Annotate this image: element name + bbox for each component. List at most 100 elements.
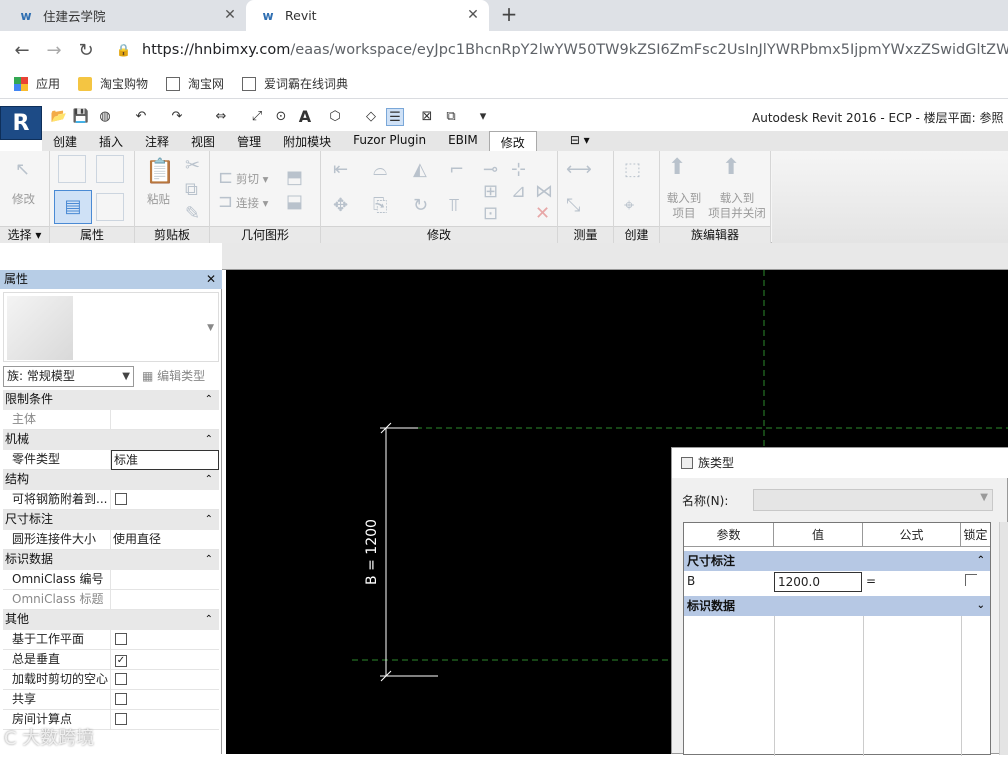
property-category[interactable]: 标识数据 ⌃ — [3, 550, 219, 570]
properties-icon[interactable] — [58, 155, 86, 183]
trim-icon[interactable]: ⌐ — [449, 159, 464, 180]
unpin2-icon[interactable]: ⋈ — [535, 181, 553, 202]
text-icon[interactable]: A — [296, 108, 314, 126]
match-properties-icon[interactable]: ✎ — [185, 203, 200, 224]
property-value[interactable] — [111, 710, 219, 730]
tab-fuzor[interactable]: Fuzor Plugin — [342, 131, 437, 151]
create-similar-icon[interactable]: ⌖ — [624, 195, 634, 216]
close-hidden-icon[interactable]: ⊠ — [418, 108, 436, 126]
bookmark-apps[interactable]: 应用 — [14, 75, 60, 92]
property-value[interactable] — [111, 590, 219, 610]
section-icon[interactable]: ◇ — [362, 108, 380, 126]
measure-icon[interactable]: ⇔ — [212, 108, 230, 126]
back-arrow-icon[interactable]: ← — [6, 34, 38, 66]
load-into-project-button[interactable]: 载入到 项目 — [664, 191, 704, 221]
load-and-close-icon[interactable]: ⬆ — [722, 155, 740, 180]
forward-arrow-icon[interactable]: → — [38, 34, 70, 66]
join-geometry-label[interactable]: 连接 ▾ — [236, 195, 268, 211]
dimension-label[interactable]: B = 1200 — [364, 519, 380, 585]
reload-icon[interactable]: ↻ — [70, 34, 102, 66]
scale-icon[interactable]: ⊡ — [483, 203, 498, 224]
tab-modify[interactable]: 修改 — [488, 131, 537, 151]
revit-app-menu-button[interactable]: R — [0, 106, 42, 140]
tab-addins[interactable]: 附加模块 — [272, 131, 342, 151]
column-value[interactable]: 值 — [774, 523, 863, 547]
aligned-dimension-icon[interactable]: ⤡ — [566, 195, 580, 216]
modify-button-label[interactable]: 修改 — [12, 191, 35, 207]
move-icon[interactable]: ✥ — [333, 195, 348, 216]
chevron-down-icon[interactable]: ▼ — [207, 323, 214, 333]
paste-icon[interactable]: 📋 — [145, 157, 175, 185]
array-icon[interactable]: ⊞ — [483, 181, 498, 202]
family-category-icon[interactable] — [96, 193, 124, 221]
paint-icon[interactable]: ⬓ — [286, 191, 303, 212]
column-parameter[interactable]: 参数 — [684, 523, 774, 547]
checkbox[interactable] — [115, 713, 127, 725]
load-and-close-button[interactable]: 载入到 项目并关闭 — [706, 191, 768, 221]
split-icon[interactable]: ⊸ — [483, 159, 498, 180]
property-value[interactable] — [111, 690, 219, 710]
pin-icon[interactable]: ⊹ — [511, 159, 526, 180]
name-dropdown[interactable]: ▼ — [753, 489, 993, 511]
tab-annotate[interactable]: 注释 — [134, 131, 180, 151]
join-icon[interactable]: ⊐ — [218, 191, 233, 212]
bookmark-taobao[interactable]: 淘宝网 — [166, 75, 224, 92]
open-icon[interactable]: 📂 — [50, 108, 68, 126]
load-into-project-icon[interactable]: ⬆ — [668, 155, 686, 180]
property-category[interactable]: 其他 ⌃ — [3, 610, 219, 630]
tab-manage[interactable]: 管理 — [226, 131, 272, 151]
customize-qat-icon[interactable]: ▾ — [474, 108, 492, 126]
family-types-icon[interactable]: ▤ — [54, 190, 92, 224]
property-category[interactable]: 机械 ⌃ — [3, 430, 219, 450]
property-value[interactable] — [111, 570, 219, 590]
property-value[interactable]: ✓ — [111, 650, 219, 670]
switch-windows-icon[interactable]: ⧉ — [442, 108, 460, 126]
measure-distance-icon[interactable]: ⟷ — [566, 159, 592, 180]
bookmark-iciba[interactable]: 爱词霸在线词典 — [242, 75, 348, 92]
column-lock[interactable]: 锁定 — [961, 523, 990, 547]
bookmark-taobao-shopping[interactable]: 淘宝购物 — [78, 75, 148, 92]
copy-element-icon[interactable]: ⎘ — [373, 195, 387, 216]
delete-icon[interactable]: ✕ — [535, 203, 550, 224]
copy-icon[interactable]: ⧉ — [185, 179, 198, 200]
property-category[interactable]: 尺寸标注 ⌃ — [3, 510, 219, 530]
tab-ebim[interactable]: EBIM — [437, 131, 489, 151]
browser-tab-zhujian[interactable]: w 住建云学院 ✕ — [0, 0, 246, 31]
category-identity-data[interactable]: 标识数据 ⌄ — [684, 596, 990, 616]
property-value[interactable] — [111, 630, 219, 650]
cut-geometry-label[interactable]: 剪切 ▾ — [236, 171, 268, 187]
close-icon[interactable]: ✕ — [206, 270, 216, 289]
category-dimensions[interactable]: 尺寸标注 ⌃ — [684, 551, 990, 571]
tag-icon[interactable]: ⊙ — [272, 108, 290, 126]
checkbox[interactable] — [115, 633, 127, 645]
property-value[interactable] — [111, 490, 219, 510]
ribbon-options-icon[interactable]: ⊟ ▾ — [559, 131, 601, 151]
tab-create[interactable]: 创建 — [42, 131, 88, 151]
undo-icon[interactable]: ↶ — [132, 108, 150, 126]
dimension-icon[interactable]: ⤢ — [248, 108, 266, 126]
rotate-icon[interactable]: ↻ — [413, 195, 428, 216]
cursor-icon[interactable]: ↖ — [15, 159, 30, 180]
property-category[interactable]: 结构 ⌃ — [3, 470, 219, 490]
checkbox[interactable] — [115, 493, 127, 505]
mirror-icon[interactable]: ◭ — [413, 159, 427, 180]
browser-tab-revit[interactable]: w Revit ✕ — [246, 0, 489, 31]
redo-icon[interactable]: ↷ — [168, 108, 186, 126]
offset-icon[interactable]: ⌓ — [373, 159, 387, 180]
3d-view-icon[interactable]: ⬡ — [326, 108, 344, 126]
family-selector[interactable]: 族: 常规模型 ▼ — [3, 366, 134, 387]
address-bar[interactable]: 🔒 https://hnbimxy.com/eaas/workspace/eyJ… — [110, 35, 1008, 65]
edit-type-button[interactable]: ▦ 编辑类型 — [142, 366, 205, 386]
lock-checkbox[interactable] — [965, 574, 977, 586]
create-group-icon[interactable]: ⬚ — [624, 159, 641, 180]
property-value[interactable] — [111, 670, 219, 690]
close-tab-icon[interactable]: ✕ — [465, 7, 481, 23]
tab-insert[interactable]: 插入 — [88, 131, 134, 151]
column-formula[interactable]: 公式 — [863, 523, 961, 547]
type-properties-icon[interactable] — [96, 155, 124, 183]
checkbox[interactable]: ✓ — [115, 655, 127, 667]
property-value[interactable] — [111, 410, 219, 430]
property-category[interactable]: 限制条件 ⌃ — [3, 390, 219, 410]
property-value[interactable]: 使用直径 — [111, 530, 219, 550]
sync-icon[interactable]: ◍ — [96, 108, 114, 126]
